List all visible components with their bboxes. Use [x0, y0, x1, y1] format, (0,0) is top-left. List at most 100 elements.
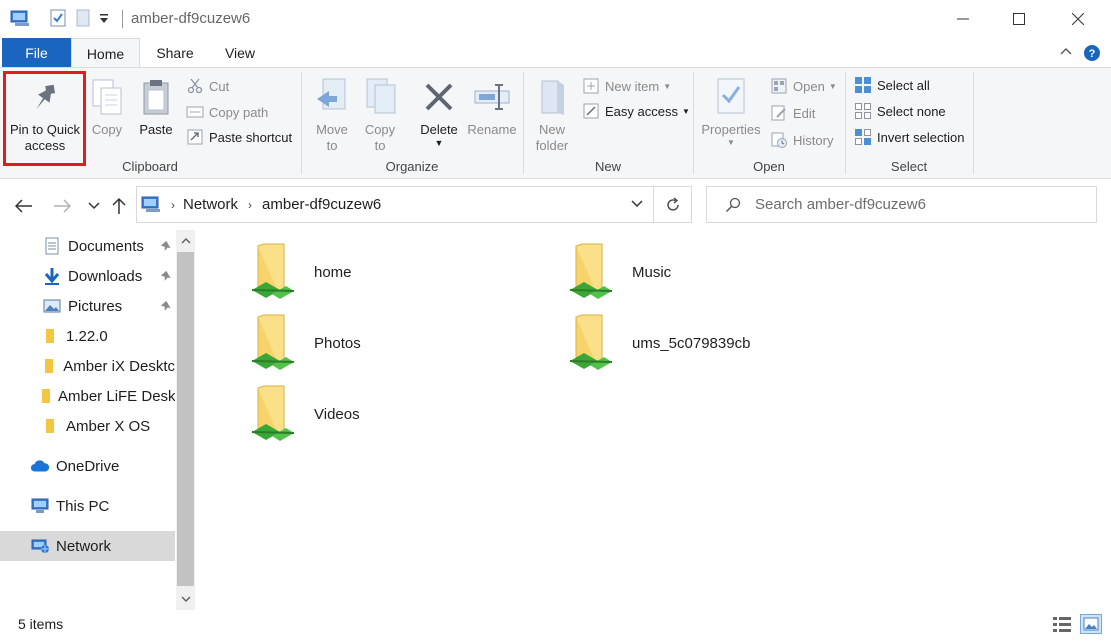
select-all-button[interactable]: Select all: [854, 74, 930, 96]
open-button[interactable]: Open ▼: [770, 75, 837, 97]
up-button[interactable]: [107, 194, 131, 218]
address-dropdown-icon[interactable]: [631, 200, 643, 208]
forward-button[interactable]: [50, 194, 74, 218]
properties-icon: [715, 76, 747, 118]
select-none-button[interactable]: Select none: [854, 100, 946, 122]
tab-share[interactable]: Share: [140, 38, 210, 67]
move-to-button[interactable]: Move to: [310, 70, 354, 154]
navigation-bar: › Network › amber-df9cuzew6 Search amber…: [0, 180, 1111, 230]
address-bar[interactable]: › Network › amber-df9cuzew6: [136, 186, 654, 223]
collapse-ribbon-icon[interactable]: [1059, 44, 1073, 65]
sidebar-item-amber-ix[interactable]: Amber iX Desktc: [0, 351, 175, 381]
scissors-icon: [186, 77, 204, 95]
scroll-up-icon[interactable]: [176, 231, 195, 251]
copy-path-icon: [186, 103, 204, 121]
sidebar-item-amber-life[interactable]: Amber LiFE Desk: [0, 381, 175, 411]
new-item-button[interactable]: New item ▼: [582, 75, 671, 97]
breadcrumb-chevron-icon[interactable]: ›: [248, 198, 252, 212]
select-all-icon: [854, 76, 872, 94]
back-button[interactable]: [12, 194, 36, 218]
breadcrumb-current[interactable]: amber-df9cuzew6: [262, 196, 381, 213]
shared-folder-icon: [248, 242, 300, 304]
network-computer-icon: [10, 9, 32, 32]
chevron-down-icon: ▼: [828, 81, 837, 91]
sidebar-item-amber-x-os[interactable]: Amber X OS: [0, 411, 175, 441]
ribbon-home: Pin to Quick access Copy Paste Cut Copy …: [0, 67, 1111, 179]
pin-icon: [160, 269, 172, 286]
list-item[interactable]: Music: [566, 242, 671, 304]
maximize-icon: [1013, 13, 1025, 25]
breadcrumb-network[interactable]: Network: [183, 196, 238, 213]
folder-icon: [40, 356, 57, 376]
edit-button[interactable]: Edit: [770, 102, 815, 124]
open-group: Properties ▼ Open ▼ Edit History Open: [694, 68, 844, 178]
close-button[interactable]: [1055, 0, 1101, 38]
easy-access-icon: [582, 102, 600, 120]
tab-home[interactable]: Home: [71, 38, 140, 68]
item-count: 5 items: [18, 616, 64, 632]
new-group-label: New: [594, 159, 621, 174]
file-list: home Music Photos ums_5c079839cb Videos: [196, 230, 1111, 610]
delete-button[interactable]: Delete ▼: [414, 70, 464, 148]
copy-button[interactable]: Copy: [88, 70, 126, 138]
scroll-down-icon[interactable]: [176, 589, 195, 609]
minimize-button[interactable]: [940, 0, 986, 38]
history-button[interactable]: History: [770, 129, 833, 151]
paste-shortcut-button[interactable]: Paste shortcut: [186, 126, 292, 148]
list-item[interactable]: Videos: [248, 384, 360, 446]
details-view-icon[interactable]: [1052, 615, 1072, 636]
pin-highlight-box: [3, 71, 86, 166]
search-placeholder: Search amber-df9cuzew6: [755, 196, 926, 213]
cut-button[interactable]: Cut: [186, 75, 229, 97]
new-folder-icon: [538, 76, 566, 118]
folder-icon: [40, 416, 60, 436]
new-folder-qat-icon[interactable]: [76, 9, 90, 30]
network-computer-icon: [141, 195, 163, 215]
select-group-label: Select: [890, 159, 928, 174]
list-item[interactable]: ums_5c079839cb: [566, 313, 750, 375]
customize-qat-icon[interactable]: [99, 12, 109, 28]
sidebar-item-downloads[interactable]: Downloads: [0, 261, 175, 291]
refresh-button[interactable]: [654, 186, 692, 223]
new-folder-button[interactable]: New folder: [530, 70, 574, 154]
copy-path-button[interactable]: Copy path: [186, 101, 268, 123]
help-icon[interactable]: ?: [1083, 44, 1101, 65]
recent-locations-button[interactable]: [82, 194, 106, 218]
copy-to-button[interactable]: Copy to: [358, 70, 402, 154]
chevron-down-icon: [88, 202, 100, 210]
back-arrow-icon: [15, 199, 32, 213]
sidebar-item-pictures[interactable]: Pictures: [0, 291, 175, 321]
onedrive-icon: [30, 456, 50, 476]
chevron-down-icon: ▼: [681, 106, 690, 116]
maximize-button[interactable]: [996, 0, 1042, 38]
scrollbar-thumb[interactable]: [177, 252, 194, 586]
shared-folder-icon: [566, 242, 618, 304]
sidebar-item-1-22-0[interactable]: 1.22.0: [0, 321, 175, 351]
organize-group-label: Organize: [385, 159, 439, 174]
list-item[interactable]: Photos: [248, 313, 361, 375]
paste-button[interactable]: Paste: [134, 70, 178, 138]
tab-file[interactable]: File: [2, 38, 71, 67]
network-icon: [30, 536, 50, 556]
sidebar-item-this-pc[interactable]: This PC: [0, 491, 175, 521]
easy-access-button[interactable]: Easy access ▼: [582, 100, 690, 122]
properties-button[interactable]: Properties ▼: [698, 70, 764, 148]
shared-folder-icon: [248, 384, 300, 446]
invert-selection-button[interactable]: Invert selection: [854, 126, 964, 148]
sidebar-scrollbar[interactable]: [176, 230, 195, 610]
invert-selection-icon: [854, 128, 872, 146]
properties-qat-icon[interactable]: [50, 9, 66, 30]
list-item[interactable]: home: [248, 242, 352, 304]
sidebar-item-documents[interactable]: Documents: [0, 231, 175, 261]
pin-icon: [160, 239, 172, 256]
sidebar-item-onedrive[interactable]: OneDrive: [0, 451, 175, 481]
search-box[interactable]: Search amber-df9cuzew6: [706, 186, 1097, 223]
open-group-label: Open: [753, 159, 785, 174]
large-icons-view-icon[interactable]: [1080, 614, 1102, 634]
new-item-icon: [582, 77, 600, 95]
search-icon: [725, 197, 741, 213]
breadcrumb-chevron-icon[interactable]: ›: [171, 198, 175, 212]
rename-button[interactable]: Rename: [466, 70, 518, 138]
sidebar-item-network[interactable]: Network: [0, 531, 175, 561]
tab-view[interactable]: View: [210, 38, 270, 67]
